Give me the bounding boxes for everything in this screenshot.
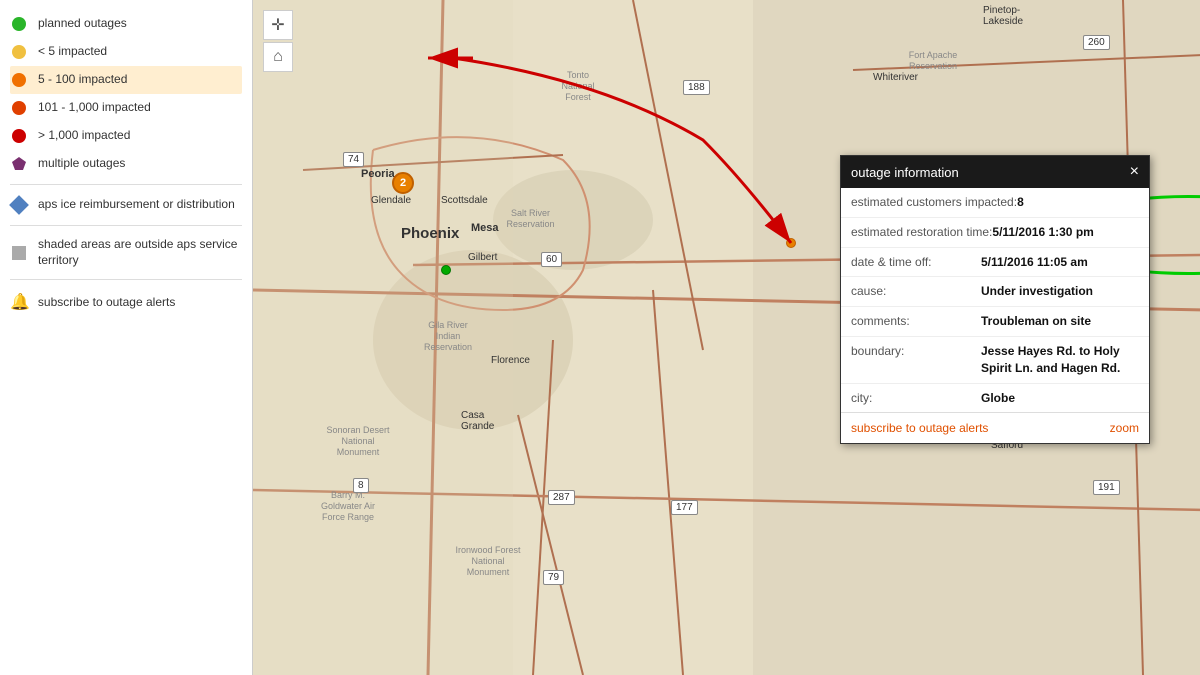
popup-value-restoration: 5/11/2016 1:30 pm — [992, 224, 1093, 241]
popup-row-comments: comments: Troubleman on site — [841, 307, 1149, 337]
map-controls: ✛ ⌂ — [263, 10, 293, 72]
popup-label-boundary: boundary: — [851, 343, 981, 360]
legend-item-outside: shaded areas are outside aps service ter… — [10, 232, 242, 273]
legend-divider-2 — [10, 225, 242, 226]
road-260: 260 — [1083, 35, 1110, 50]
legend-divider-3 — [10, 279, 242, 280]
popup-label-date: date & time off: — [851, 254, 981, 271]
road-74: 74 — [343, 152, 364, 167]
popup-value-customers: 8 — [1017, 194, 1024, 211]
crosshair-button[interactable]: ✛ — [263, 10, 293, 40]
popup-row-boundary: boundary: Jesse Hayes Rd. to Holy Spirit… — [841, 337, 1149, 384]
less5-label: < 5 impacted — [38, 44, 107, 60]
road-287: 287 — [548, 490, 575, 505]
outage-dot-numbered[interactable]: 2 — [392, 172, 414, 194]
road-79: 79 — [543, 570, 564, 585]
popup-label-comments: comments: — [851, 313, 981, 330]
popup-subscribe-button[interactable]: subscribe to outage alerts — [851, 421, 988, 435]
5to100-icon — [10, 71, 28, 89]
subscribe-row[interactable]: 🔔 subscribe to outage alerts — [10, 286, 242, 318]
legend-item-multiple: multiple outages — [10, 150, 242, 178]
over1000-icon — [10, 127, 28, 145]
5to100-label: 5 - 100 impacted — [38, 72, 127, 88]
popup-label-customers: estimated customers impacted: — [851, 194, 1017, 211]
popup-footer: subscribe to outage alerts zoom — [841, 412, 1149, 443]
101to1000-icon — [10, 99, 28, 117]
legend-item-ice: aps ice reimbursement or distribution — [10, 191, 242, 219]
popup-value-cause: Under investigation — [981, 283, 1093, 300]
outage-popup: outage information × estimated customers… — [840, 155, 1150, 444]
legend-item-over1000: > 1,000 impacted — [10, 122, 242, 150]
popup-row-restoration: estimated restoration time: 5/11/2016 1:… — [841, 218, 1149, 248]
less5-icon — [10, 43, 28, 61]
popup-title: outage information — [851, 165, 959, 180]
road-177: 177 — [671, 500, 698, 515]
outside-label: shaded areas are outside aps service ter… — [38, 237, 242, 268]
home-button[interactable]: ⌂ — [263, 42, 293, 72]
map-area[interactable]: TontoNationalForest Salt RiverReservatio… — [253, 0, 1200, 675]
planned-label: planned outages — [38, 16, 127, 32]
legend-divider-1 — [10, 184, 242, 185]
popup-label-city: city: — [851, 390, 981, 407]
popup-body: estimated customers impacted: 8 estimate… — [841, 188, 1149, 412]
ice-icon — [10, 196, 28, 214]
road-191: 191 — [1093, 480, 1120, 495]
outage-dot-green[interactable] — [441, 265, 451, 275]
outage-dot-orange[interactable] — [786, 238, 796, 248]
popup-value-boundary: Jesse Hayes Rd. to Holy Spirit Ln. and H… — [981, 343, 1139, 377]
multiple-label: multiple outages — [38, 156, 125, 172]
planned-icon — [10, 15, 28, 33]
legend-item-5to100: 5 - 100 impacted — [10, 66, 242, 94]
outside-icon — [10, 244, 28, 262]
popup-label-cause: cause: — [851, 283, 981, 300]
popup-row-city: city: Globe — [841, 384, 1149, 413]
road-60: 60 — [541, 252, 562, 267]
road-8: 8 — [353, 478, 369, 493]
bell-icon: 🔔 — [10, 292, 30, 312]
multiple-icon — [10, 155, 28, 173]
app-container: planned outages < 5 impacted 5 - 100 imp… — [0, 0, 1200, 675]
popup-row-cause: cause: Under investigation — [841, 277, 1149, 307]
legend-item-less5: < 5 impacted — [10, 38, 242, 66]
popup-close-button[interactable]: × — [1130, 164, 1139, 180]
popup-label-restoration: estimated restoration time: — [851, 224, 992, 241]
popup-value-date: 5/11/2016 11:05 am — [981, 254, 1088, 271]
popup-row-date: date & time off: 5/11/2016 11:05 am — [841, 248, 1149, 278]
ice-label: aps ice reimbursement or distribution — [38, 197, 235, 213]
legend-item-101to1000: 101 - 1,000 impacted — [10, 94, 242, 122]
popup-value-comments: Troubleman on site — [981, 313, 1091, 330]
popup-header: outage information × — [841, 156, 1149, 188]
subscribe-label: subscribe to outage alerts — [38, 295, 175, 309]
legend-item-planned: planned outages — [10, 10, 242, 38]
101to1000-label: 101 - 1,000 impacted — [38, 100, 151, 116]
popup-zoom-button[interactable]: zoom — [1110, 421, 1139, 435]
road-188: 188 — [683, 80, 710, 95]
popup-row-customers: estimated customers impacted: 8 — [841, 188, 1149, 218]
sidebar: planned outages < 5 impacted 5 - 100 imp… — [0, 0, 253, 675]
over1000-label: > 1,000 impacted — [38, 128, 130, 144]
popup-value-city: Globe — [981, 390, 1015, 407]
